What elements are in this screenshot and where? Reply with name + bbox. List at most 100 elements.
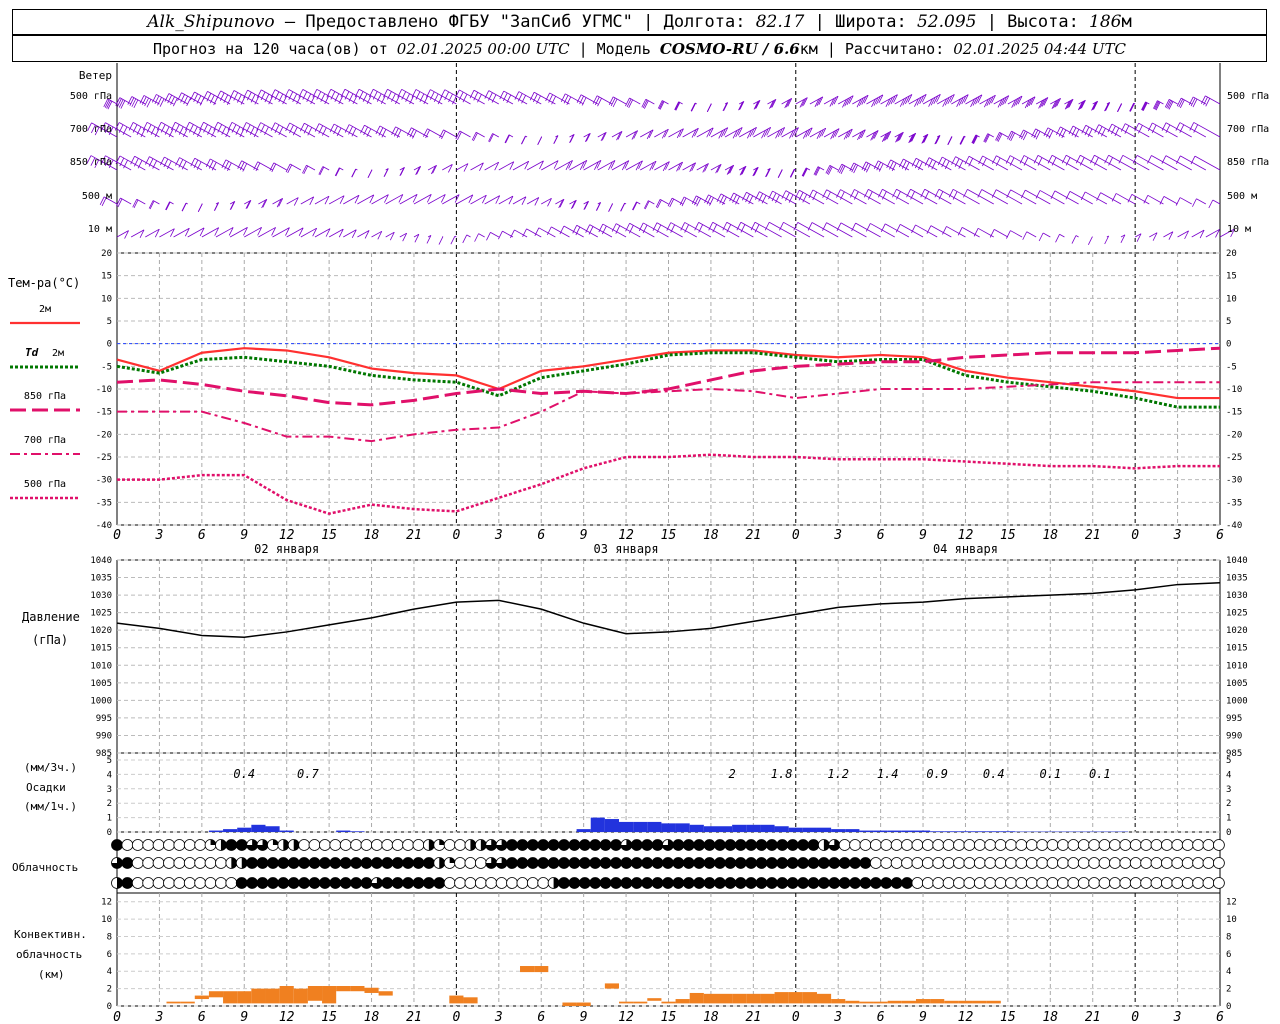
cloud-symbol — [1119, 877, 1132, 889]
wind-barb-feather — [498, 230, 503, 240]
cloud-symbol — [797, 839, 809, 851]
cloud-symbol — [641, 839, 654, 851]
wind-barb — [490, 232, 500, 238]
hour-tick-bottom: 9 — [919, 1010, 927, 1024]
conv-ytick-right: 4 — [1226, 967, 1231, 977]
cloud-symbol — [766, 877, 778, 889]
precip-bar — [208, 830, 224, 832]
pres-ytick-right: 995 — [1226, 714, 1242, 724]
cloud-symbol — [1181, 839, 1194, 851]
cloud-symbol — [267, 857, 279, 869]
precip-sum-label: 0.4 — [233, 767, 255, 781]
cloud-symbol — [235, 877, 248, 889]
precip-bar — [675, 823, 690, 832]
day-label: 04 января — [933, 542, 998, 556]
cloud-symbol — [1202, 877, 1215, 889]
cloud-symbol — [308, 839, 321, 851]
wind-barb — [1180, 155, 1207, 171]
cloud-symbol — [807, 857, 820, 869]
conv-bar — [887, 1000, 902, 1004]
cloud-symbol — [298, 839, 311, 851]
conv-bar — [237, 991, 252, 1004]
precip-bar — [703, 826, 718, 832]
cloud-symbol — [662, 857, 674, 869]
cloud-symbol — [942, 877, 955, 889]
cloud-symbol — [1129, 839, 1142, 851]
wind-barb-feather — [765, 168, 770, 178]
wind-barb — [1026, 231, 1037, 238]
cloud-symbol — [516, 839, 529, 851]
cloud-symbol — [766, 857, 778, 869]
cloud-symbol — [599, 877, 612, 889]
cloud-symbol — [506, 877, 518, 889]
cloud-symbol — [963, 839, 976, 851]
cloud-symbol — [953, 857, 965, 869]
wind-barb — [1075, 235, 1079, 238]
precip-sum-label: 2 — [729, 767, 736, 781]
cloud-symbol — [350, 857, 362, 869]
wind-barb-feather — [625, 97, 630, 107]
cloud-symbol — [277, 877, 290, 889]
wind-barb-feather — [1071, 235, 1077, 244]
cloud-symbol — [350, 877, 362, 889]
cloud-symbol — [142, 857, 155, 869]
cloud-symbol — [194, 839, 207, 851]
cloud-symbol — [620, 857, 633, 869]
prec-ytick-right: 1 — [1226, 814, 1231, 824]
hour-tick-bottom: 9 — [240, 1010, 248, 1024]
cloud-symbol — [506, 857, 518, 869]
precip-bar — [1000, 831, 1015, 832]
cloud-symbol — [1161, 857, 1173, 869]
wind-barb-feather — [1104, 235, 1110, 245]
prec-ytick-left: 4 — [107, 770, 112, 780]
cloud-symbol — [651, 839, 664, 851]
wind-title: Ветер — [79, 69, 112, 82]
cloud-symbol — [672, 877, 685, 889]
conv-bar — [689, 992, 704, 1004]
cloud-symbol — [1109, 839, 1121, 851]
cloud-symbol — [319, 857, 331, 869]
cloud-symbol — [152, 877, 165, 889]
cloud-title: Облачность — [12, 861, 78, 874]
cloud-symbol — [745, 839, 758, 851]
wind-barb-feather — [722, 102, 728, 112]
conv-bar — [378, 991, 393, 996]
cloud-symbol — [911, 877, 924, 889]
cloud-symbol — [724, 877, 737, 889]
hour-tick-bottom: 6 — [537, 1010, 545, 1024]
wind-barb — [900, 224, 924, 238]
cloud-symbol — [412, 857, 425, 869]
pres-ytick-left: 1000 — [90, 696, 112, 706]
wind-barb — [870, 223, 895, 238]
cloud-symbol — [454, 839, 466, 851]
cloud-symbol — [797, 877, 809, 889]
wind-barb-feather — [537, 136, 543, 145]
conv-bar — [774, 992, 789, 1004]
cloud-symbol — [714, 839, 726, 851]
wind-barb — [1010, 189, 1037, 205]
conv-bar — [180, 1001, 195, 1004]
wind-barb — [995, 189, 1023, 205]
cloud-symbol — [1202, 839, 1215, 851]
precip-bar — [901, 830, 916, 832]
wind-barb-feather — [438, 236, 444, 245]
wind-barb-feather — [1022, 231, 1028, 240]
cloud-symbol — [869, 839, 882, 851]
cloud-symbol — [942, 839, 955, 851]
conv-ytick-right: 6 — [1226, 950, 1231, 960]
hour-tick-bottom: 18 — [1042, 1010, 1058, 1024]
wind-level-label-right: 10 м — [1227, 224, 1251, 235]
conv-bar — [647, 998, 662, 1001]
hour-tick-mid: 0 — [792, 528, 800, 543]
cloud-symbol — [1140, 877, 1153, 889]
hour-tick-mid: 21 — [1085, 528, 1101, 543]
cloud-symbol — [173, 839, 186, 851]
wind-barb-feather — [1179, 99, 1185, 109]
wind-barb-feather — [1008, 131, 1014, 141]
conv-bar — [223, 991, 238, 1004]
hour-tick-bottom: 0 — [1131, 1010, 1139, 1024]
wind-barb-feather — [674, 101, 680, 111]
hour-tick-mid: 21 — [406, 528, 422, 543]
cloud-symbol — [1140, 857, 1153, 869]
pres-ytick-right: 1035 — [1226, 574, 1248, 584]
